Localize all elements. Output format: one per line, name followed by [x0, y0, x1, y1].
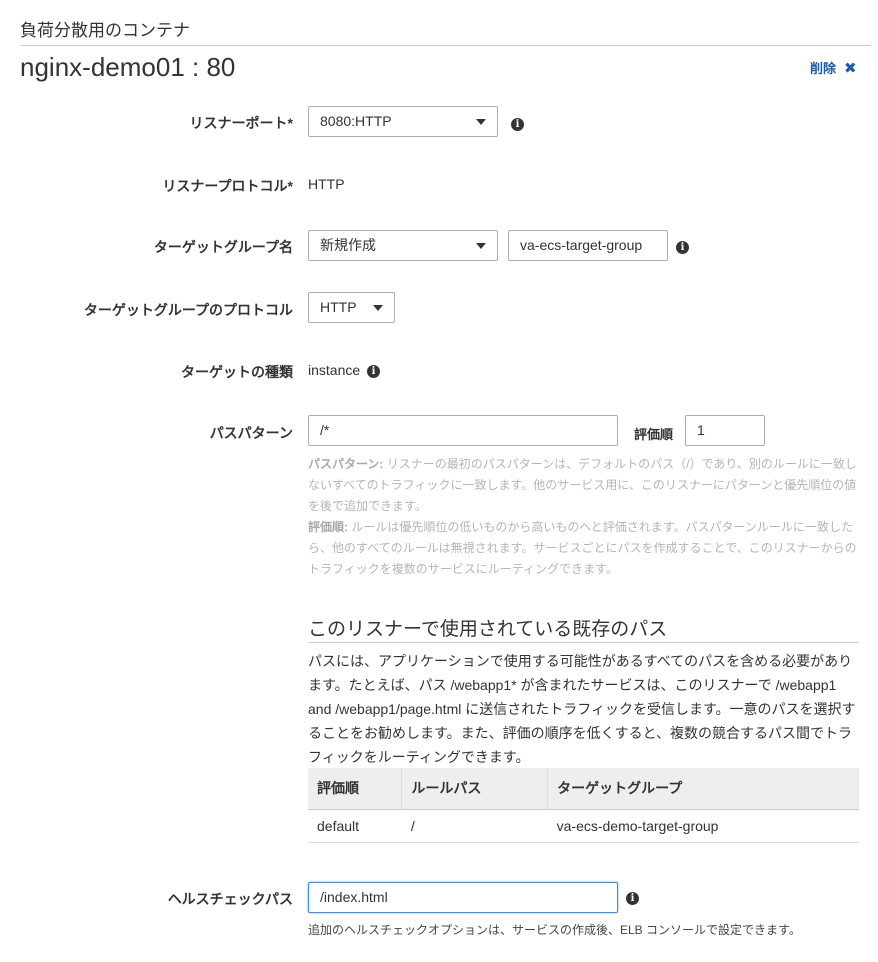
target-type-label: ターゲットの種類	[181, 364, 293, 380]
table-cell: /	[401, 809, 548, 843]
container-title: nginx-demo01 : 80	[20, 52, 236, 82]
listener-protocol-value: HTTP	[308, 176, 345, 192]
target-group-protocol-value: HTTP	[320, 299, 357, 315]
path-pattern-label: パスパターン	[209, 425, 293, 441]
delete-button[interactable]: 削除 ✖	[810, 58, 857, 77]
target-type-value: instance	[308, 362, 361, 378]
divider	[20, 45, 871, 46]
chevron-down-icon	[476, 243, 486, 249]
delete-label: 削除	[810, 61, 837, 76]
help-path-text: リスナーの最初のパスパターンは、デフォルトのパス（/）であり、別のルールに一致し…	[308, 457, 857, 513]
close-icon: ✖	[844, 60, 857, 77]
evaluation-order-label: 評価順	[634, 427, 674, 442]
listener-protocol-label: リスナープロトコル*	[162, 178, 293, 194]
help-order-text: ルールは優先順位の低いものから高いものへと評価されます。パスパターンルールに一致…	[308, 520, 857, 576]
table-header: 評価順 ルールパス ターゲットグループ	[308, 768, 859, 810]
table-row: default / va-ecs-demo-target-group	[308, 809, 859, 843]
listener-port-value: 8080:HTTP	[320, 113, 392, 129]
column-header: ターゲットグループ	[547, 768, 859, 810]
column-header: ルールパス	[401, 768, 549, 810]
help-path-title: パスパターン:	[308, 457, 384, 471]
path-pattern-help: パスパターン: リスナーの最初のパスパターンは、デフォルトのパス（/）であり、別…	[308, 454, 860, 580]
info-icon[interactable]: i	[367, 365, 380, 378]
path-pattern-input[interactable]: /*	[308, 415, 618, 446]
help-order-title: 評価順:	[308, 520, 348, 534]
existing-paths-table: 評価順 ルールパス ターゲットグループ default / va-ecs-dem…	[308, 768, 859, 843]
listener-port-select[interactable]: 8080:HTTP	[308, 106, 498, 137]
target-group-name-label: ターゲットグループ名	[153, 239, 293, 255]
health-check-path-label: ヘルスチェックパス	[167, 891, 293, 907]
column-header: 評価順	[308, 768, 403, 810]
target-group-protocol-label: ターゲットグループのプロトコル	[83, 302, 293, 318]
info-icon[interactable]: i	[626, 892, 639, 905]
info-icon[interactable]: i	[511, 118, 524, 131]
target-group-select[interactable]: 新規作成	[308, 230, 498, 261]
evaluation-order-input[interactable]: 1	[685, 415, 765, 446]
existing-paths-description: パスには、アプリケーションで使用する可能性があるすべてのパスを含める必要がありま…	[308, 653, 856, 765]
chevron-down-icon	[476, 119, 486, 125]
listener-port-label: リスナーポート*	[189, 115, 293, 131]
table-cell: default	[308, 809, 402, 843]
info-icon[interactable]: i	[676, 241, 689, 254]
divider	[308, 642, 859, 643]
target-group-select-value: 新規作成	[320, 237, 376, 253]
chevron-down-icon	[373, 305, 383, 311]
existing-paths-heading: このリスナーで使用されている既存のパス	[308, 619, 668, 640]
section-title: 負荷分散用のコンテナ	[20, 21, 190, 40]
table-cell: va-ecs-demo-target-group	[547, 809, 859, 843]
target-group-name-input[interactable]: va-ecs-target-group	[508, 230, 668, 261]
health-check-path-input[interactable]: /index.html	[308, 882, 618, 913]
target-group-protocol-select[interactable]: HTTP	[308, 292, 395, 323]
health-check-note: 追加のヘルスチェックオプションは、サービスの作成後、ELB コンソールで設定でき…	[308, 923, 801, 937]
